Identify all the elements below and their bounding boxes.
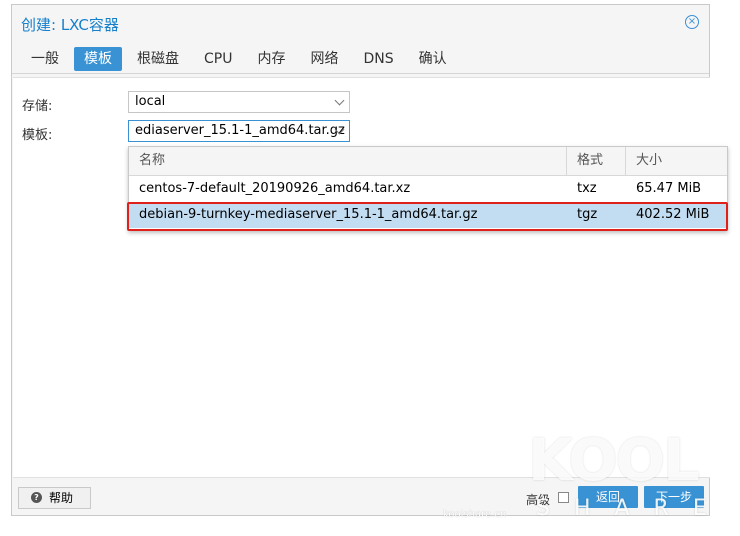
tab-root-disk[interactable]: 根磁盘 — [127, 47, 189, 71]
cell-format: txz — [577, 181, 597, 196]
wizard-tabs: 一般 模板 根磁盘 CPU 内存 网络 DNS 确认 — [21, 47, 462, 71]
tab-general[interactable]: 一般 — [21, 47, 69, 71]
storage-label: 存储: — [22, 99, 53, 114]
help-button[interactable]: ? 帮助 — [18, 487, 91, 509]
watermark-share: SHARE — [536, 496, 731, 521]
tab-dns[interactable]: DNS — [353, 47, 403, 71]
template-value: ediaserver_15.1-1_amd64.tar.gz — [135, 123, 345, 138]
title-bar: 创建: LXC容器 × — [12, 5, 709, 41]
tab-network[interactable]: 网络 — [300, 47, 348, 71]
tab-cpu[interactable]: CPU — [194, 47, 242, 71]
close-icon[interactable]: × — [685, 15, 699, 29]
help-label: 帮助 — [49, 491, 74, 505]
chevron-down-icon[interactable] — [334, 95, 345, 106]
template-panel: 存储: local 模板: ediaserver_15.1-1_amd64.ta… — [13, 77, 728, 478]
watermark-site: koolshare.cn — [443, 509, 507, 520]
cell-name: centos-7-default_20190926_amd64.tar.xz — [139, 181, 411, 196]
help-icon: ? — [31, 492, 42, 503]
table-row[interactable]: centos-7-default_20190926_amd64.tar.xz t… — [129, 176, 727, 202]
cell-size: 402.52 MiB — [636, 207, 710, 222]
template-label: 模板: — [22, 128, 53, 143]
table-row-selected[interactable]: debian-9-turnkey-mediaserver_15.1-1_amd6… — [129, 202, 727, 228]
column-header-size[interactable]: 大小 — [626, 147, 727, 175]
tab-confirm[interactable]: 确认 — [409, 47, 457, 71]
tab-divider — [12, 73, 709, 74]
watermark-logo: KOOL — [528, 426, 700, 494]
dialog-title: 创建: LXC容器 — [21, 16, 119, 34]
cell-format: tgz — [577, 207, 598, 222]
tab-memory[interactable]: 内存 — [247, 47, 295, 71]
grid-header: 名称 格式 大小 — [129, 147, 727, 176]
template-dropdown-grid: 名称 格式 大小 centos-7-default_20190926_amd64… — [128, 146, 728, 231]
template-select[interactable]: ediaserver_15.1-1_amd64.tar.gz — [128, 120, 350, 142]
column-header-name[interactable]: 名称 — [129, 147, 567, 175]
cell-name: debian-9-turnkey-mediaserver_15.1-1_amd6… — [139, 207, 478, 222]
storage-value: local — [135, 94, 166, 109]
column-header-format[interactable]: 格式 — [567, 147, 626, 175]
storage-select[interactable]: local — [128, 91, 350, 113]
cell-size: 65.47 MiB — [636, 181, 702, 196]
tab-template[interactable]: 模板 — [74, 47, 122, 71]
